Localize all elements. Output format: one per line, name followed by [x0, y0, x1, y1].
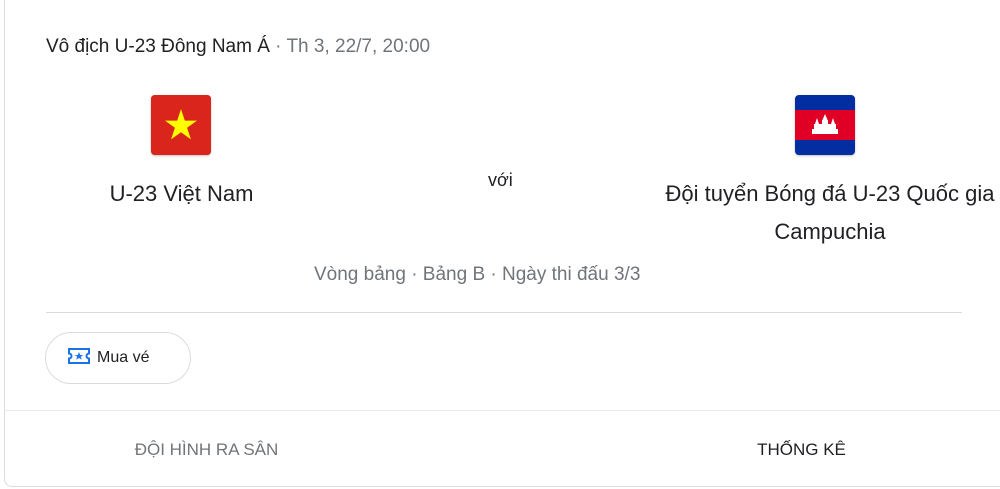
match-stage-info: Vòng bảng · Bảng B · Ngày thi đấu 3/3 — [314, 264, 641, 285]
cambodia-flag-icon[interactable] — [795, 95, 855, 155]
buy-ticket-label: Mua vé — [97, 349, 150, 366]
match-datetime: Th 3, 22/7, 20:00 — [286, 36, 431, 57]
vs-label: với — [488, 170, 513, 190]
ticket-icon — [67, 344, 91, 373]
buy-ticket-button[interactable]: Mua vé — [45, 332, 191, 384]
home-team-name[interactable]: U-23 Việt Nam — [60, 175, 303, 213]
match-header: Vô địch U-23 Đông Nam Á · Th 3, 22/7, 20… — [46, 36, 430, 58]
tab-lineup[interactable]: ĐỘI HÌNH RA SÂN — [4, 411, 509, 488]
competition-name[interactable]: Vô địch U-23 Đông Nam Á — [46, 36, 270, 57]
tab-bar: ĐỘI HÌNH RA SÂN THỐNG KÊ — [4, 410, 1000, 488]
tab-stats[interactable]: THỐNG KÊ — [509, 411, 1000, 488]
away-team-name[interactable]: Đội tuyển Bóng đá U-23 Quốc gia Campuchi… — [650, 175, 1000, 251]
header-separator: · — [269, 36, 287, 57]
vietnam-flag-icon[interactable] — [151, 95, 211, 155]
divider — [46, 312, 962, 313]
